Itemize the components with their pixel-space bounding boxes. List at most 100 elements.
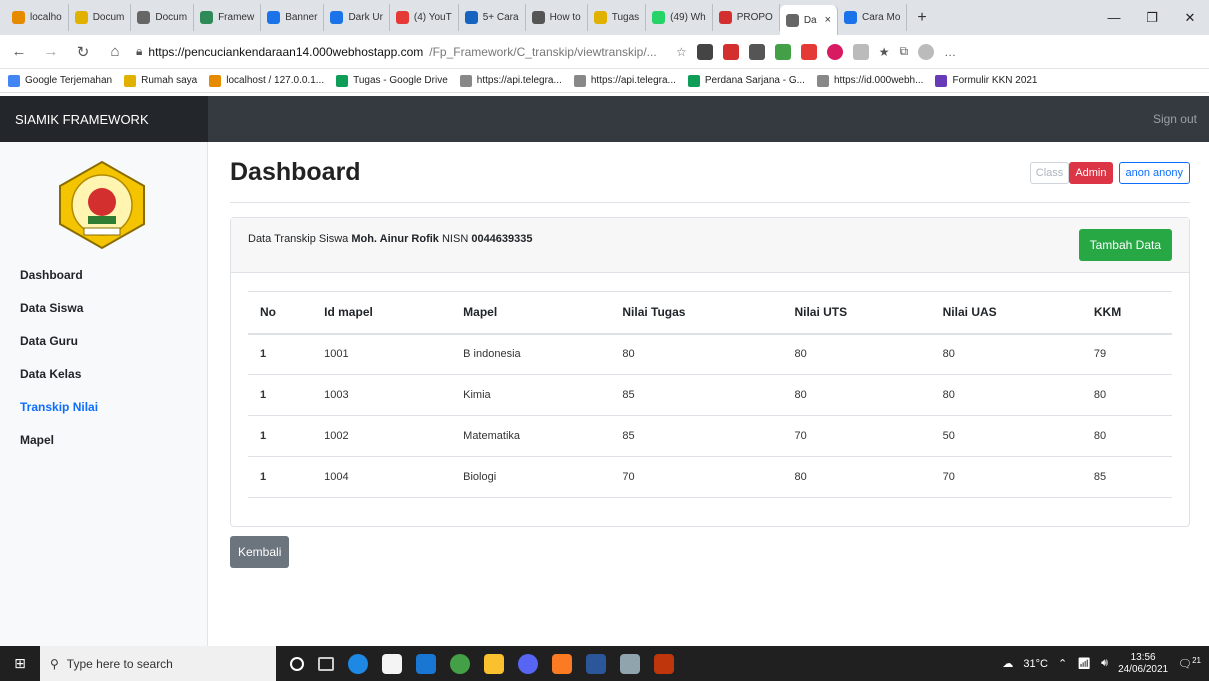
browser-tab[interactable]: Docum bbox=[69, 4, 132, 31]
lock-icon: 🔒︎ bbox=[136, 44, 143, 58]
extension-arrow-icon[interactable] bbox=[722, 43, 739, 60]
vpn-icon[interactable] bbox=[620, 653, 640, 674]
sign-out-link[interactable]: Sign out bbox=[1153, 112, 1209, 126]
profile-avatar[interactable] bbox=[918, 43, 935, 60]
minimize-icon[interactable]: — bbox=[1095, 10, 1133, 26]
read-aloud-icon[interactable]: ☆ bbox=[676, 45, 687, 59]
bookmark-label: localhost / 127.0.0.1... bbox=[226, 75, 325, 86]
table-cell: 80 bbox=[782, 333, 931, 375]
chrome-icon[interactable] bbox=[450, 653, 470, 674]
table-cell: 80 bbox=[1081, 415, 1172, 457]
sidebar-item[interactable]: Dashboard bbox=[20, 268, 98, 301]
browser-tab[interactable]: Dark Ur bbox=[324, 4, 390, 31]
home-icon[interactable]: ⌂ bbox=[104, 43, 126, 60]
windows-start-icon[interactable]: ⊞ bbox=[0, 655, 40, 672]
filezilla-icon[interactable] bbox=[654, 653, 674, 674]
table-cell: 80 bbox=[610, 333, 783, 375]
bookmark-item[interactable]: Tugas - Google Drive bbox=[336, 74, 448, 87]
favorites-icon[interactable]: ★ bbox=[879, 45, 890, 59]
browser-tab[interactable]: Framew bbox=[194, 4, 262, 31]
sidebar-menu: Dashboard Data Siswa Data Guru Data Kelas Tr… bbox=[20, 268, 98, 466]
browser-tab[interactable]: localho bbox=[6, 4, 69, 31]
browser-tab[interactable]: Cara Mo bbox=[838, 4, 908, 31]
bookmark-item[interactable]: https://api.telegra... bbox=[459, 74, 562, 87]
new-tab-button[interactable]: + bbox=[907, 9, 936, 27]
table-cell: 1003 bbox=[312, 374, 452, 416]
xampp-icon[interactable] bbox=[552, 653, 572, 674]
task-view-icon[interactable] bbox=[318, 656, 334, 671]
clock[interactable]: 13:56 24/06/2021 bbox=[1118, 652, 1168, 676]
user-name-badge[interactable]: anon anony bbox=[1118, 162, 1190, 184]
extension-media-icon[interactable] bbox=[826, 43, 843, 60]
volume-icon[interactable]: 🔊︎ bbox=[1101, 657, 1108, 670]
sidebar-item[interactable]: Data Guru bbox=[20, 334, 98, 367]
extension-s-icon[interactable] bbox=[696, 43, 713, 60]
extension-m-icon[interactable] bbox=[800, 43, 817, 60]
tab-label: 5+ Cara bbox=[482, 12, 519, 23]
tab-favicon-icon bbox=[464, 11, 478, 24]
discord-icon[interactable] bbox=[518, 653, 538, 674]
bookmark-item[interactable]: https://api.telegra... bbox=[573, 74, 676, 87]
extension-puzzle-icon[interactable] bbox=[852, 43, 869, 60]
bookmark-item[interactable]: localhost / 127.0.0.1... bbox=[209, 74, 325, 87]
browser-tab[interactable]: How to bbox=[526, 4, 588, 31]
word-icon[interactable] bbox=[586, 653, 606, 674]
back-button[interactable]: Kembali bbox=[230, 536, 290, 568]
bookmark-item[interactable]: Formulir KKN 2021 bbox=[935, 74, 1038, 87]
bookmark-item[interactable]: https://id.000webh... bbox=[816, 74, 923, 87]
tray-chevron-icon[interactable]: ⌃ bbox=[1058, 657, 1067, 670]
browser-tab[interactable]: Da × bbox=[779, 5, 839, 35]
back-icon[interactable]: ← bbox=[8, 43, 30, 60]
tab-label: PROPO bbox=[736, 12, 773, 23]
url-field[interactable]: 🔒︎ https://pencuciankendaraan14.000webho… bbox=[136, 44, 666, 59]
tab-favicon-icon bbox=[652, 11, 666, 24]
title-divider bbox=[230, 202, 1190, 203]
file-explorer-icon[interactable] bbox=[484, 653, 504, 674]
table-cell: B indonesia bbox=[451, 333, 611, 375]
table-cell: 1002 bbox=[312, 415, 452, 457]
taskbar-search[interactable]: ⚲ Type here to search bbox=[40, 646, 276, 681]
windows-taskbar: ⊞ ⚲ Type here to search ☁ 31°C ⌃ 📶︎ 🔊︎ 1… bbox=[0, 646, 1209, 681]
column-header: Nilai Tugas bbox=[610, 291, 783, 335]
network-icon[interactable]: 📶︎ bbox=[1077, 657, 1091, 670]
extension-leaf-icon[interactable] bbox=[774, 43, 791, 60]
tab-label: Docum bbox=[92, 12, 125, 23]
sidebar-item[interactable]: Transkip Nilai bbox=[20, 400, 98, 433]
store-icon[interactable] bbox=[382, 653, 402, 674]
table-cell: 1001 bbox=[312, 333, 452, 375]
reload-icon[interactable]: ↻ bbox=[72, 43, 94, 61]
tab-label: Framew bbox=[218, 12, 255, 23]
browser-tab[interactable]: Docum bbox=[131, 4, 195, 31]
tab-label: (4) YouT bbox=[413, 12, 452, 23]
browser-tab[interactable]: (4) YouT bbox=[390, 4, 459, 31]
close-window-icon[interactable]: ✕ bbox=[1171, 10, 1209, 26]
bookmark-item[interactable]: Perdana Sarjana - G... bbox=[687, 74, 805, 87]
extension-chat-icon[interactable] bbox=[748, 43, 765, 60]
tab-label: Tugas bbox=[611, 12, 640, 23]
bookmark-item[interactable]: Rumah saya bbox=[124, 74, 197, 87]
weather-temp[interactable]: 31°C bbox=[1023, 658, 1048, 670]
close-tab-icon[interactable]: × bbox=[825, 14, 831, 26]
sidebar-item[interactable]: Data Siswa bbox=[20, 301, 98, 334]
browser-tab[interactable]: PROPO bbox=[713, 4, 780, 31]
notification-icon[interactable]: 🗨︎21 bbox=[1178, 656, 1201, 671]
mail-icon[interactable] bbox=[416, 653, 436, 674]
browser-tab[interactable]: Tugas bbox=[588, 4, 647, 31]
browser-tab[interactable]: 5+ Cara bbox=[459, 4, 526, 31]
brand-link[interactable]: SIAMIK FRAMEWORK bbox=[0, 96, 208, 142]
weather-icon[interactable]: ☁ bbox=[1002, 657, 1013, 670]
more-menu-icon[interactable]: … bbox=[944, 45, 956, 59]
forward-icon[interactable]: → bbox=[40, 43, 62, 60]
table-cell: Biologi bbox=[451, 456, 611, 498]
restore-icon[interactable]: ❐ bbox=[1133, 10, 1171, 26]
tab-label: (49) Wh bbox=[670, 12, 706, 23]
sidebar-item[interactable]: Mapel bbox=[20, 433, 98, 466]
browser-tab[interactable]: (49) Wh bbox=[646, 4, 713, 31]
edge-icon[interactable] bbox=[348, 653, 368, 674]
sidebar-item[interactable]: Data Kelas bbox=[20, 367, 98, 400]
collections-icon[interactable]: ⧉ bbox=[900, 44, 909, 59]
browser-tab[interactable]: Banner bbox=[261, 4, 325, 31]
bookmark-item[interactable]: Google Terjemahan bbox=[8, 74, 112, 87]
cortana-icon[interactable] bbox=[290, 656, 304, 671]
add-data-button[interactable]: Tambah Data bbox=[1078, 229, 1172, 261]
